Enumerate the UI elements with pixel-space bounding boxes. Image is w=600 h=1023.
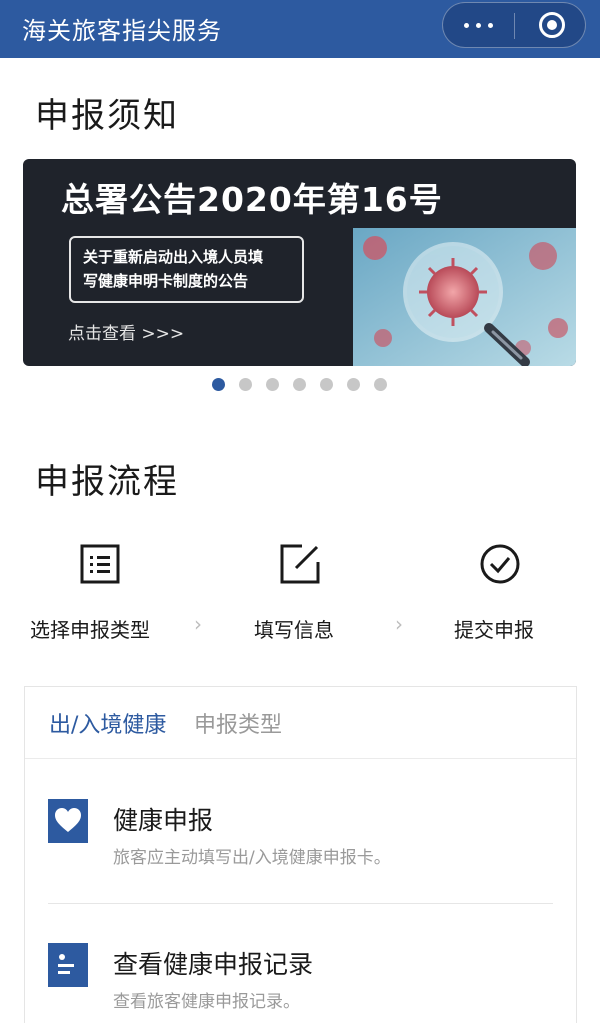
target-icon[interactable]: [515, 3, 587, 47]
edit-icon: [280, 544, 320, 584]
card-header-label: 申报类型: [194, 713, 283, 738]
more-dots-icon[interactable]: [443, 3, 514, 47]
check-circle-icon: [480, 544, 520, 584]
chevron-right-icon: ›: [194, 612, 202, 636]
carousel-dot[interactable]: [212, 378, 225, 391]
list-item-health-declaration[interactable]: 健康申报 旅客应主动填写出/入境健康申报卡。: [25, 761, 576, 881]
virus-magnifier-image: [353, 228, 576, 366]
banner-view-link[interactable]: 点击查看 >>>: [68, 319, 184, 344]
list-icon: [80, 544, 120, 584]
top-bar: 海关旅客指尖服务: [0, 0, 600, 58]
list-item-title: 健康申报: [113, 806, 214, 835]
main-content: 申报须知 总署公告2020年第16号 关于重新启动出入境人员填 写健康申明卡制度…: [0, 58, 600, 1023]
carousel-dot[interactable]: [239, 378, 252, 391]
banner-headline: 总署公告2020年第16号: [61, 180, 443, 219]
card-header: 出/入境健康 申报类型: [25, 687, 576, 759]
list-item-title: 查看健康申报记录: [113, 950, 314, 979]
list-item-view-records[interactable]: 查看健康申报记录 查看旅客健康申报记录。: [25, 905, 576, 1023]
heart-icon: [48, 799, 88, 843]
section-title-process: 申报流程: [35, 462, 179, 502]
step-label-submit: 提交申报: [454, 618, 534, 642]
step-label-select-type: 选择申报类型: [30, 618, 150, 642]
mini-program-capsule: [442, 2, 586, 48]
carousel-dot[interactable]: [293, 378, 306, 391]
banner-notice-line-1: 关于重新启动出入境人员填: [83, 248, 264, 266]
announcement-banner[interactable]: 总署公告2020年第16号 关于重新启动出入境人员填 写健康申明卡制度的公告 点…: [23, 159, 576, 366]
banner-notice-box: 关于重新启动出入境人员填 写健康申明卡制度的公告: [69, 236, 304, 303]
chevron-right-icon: ›: [395, 612, 403, 636]
section-title-notice: 申报须知: [35, 96, 179, 136]
carousel-dot[interactable]: [347, 378, 360, 391]
banner-notice-line-2: 写健康申明卡制度的公告: [83, 272, 249, 290]
carousel-dot[interactable]: [266, 378, 279, 391]
card-header-highlight: 出/入境健康: [49, 713, 167, 738]
declaration-type-card: 出/入境健康 申报类型 健康申报 旅客应主动填写出/入境健康申报卡。 查看健康申: [24, 686, 577, 1023]
carousel-dot[interactable]: [320, 378, 333, 391]
step-label-fill-info: 填写信息: [254, 618, 334, 642]
app-title: 海关旅客指尖服务: [22, 17, 222, 45]
record-icon: [48, 943, 88, 987]
list-item-description: 查看旅客健康申报记录。: [113, 992, 300, 1012]
carousel-dot[interactable]: [374, 378, 387, 391]
list-item-description: 旅客应主动填写出/入境健康申报卡。: [113, 848, 391, 868]
list-divider: [48, 903, 553, 904]
